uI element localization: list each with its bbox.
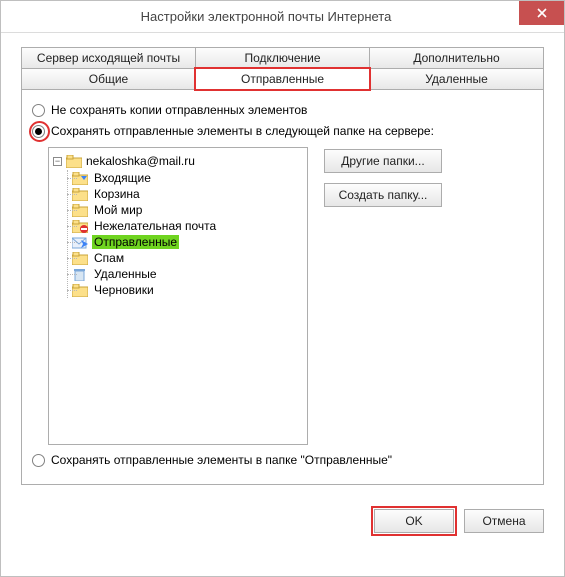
tabs-row-1: Сервер исходящей почты Подключение Допол… [21, 47, 544, 69]
radio-icon [32, 454, 45, 467]
radio-icon [32, 104, 45, 117]
folder-icon [72, 204, 88, 217]
tree-item[interactable]: Входящие [68, 170, 303, 186]
radio-label: Не сохранять копии отправленных элементо… [51, 103, 307, 118]
folder-icon [72, 284, 88, 297]
tree-item[interactable]: Нежелательная почта [68, 218, 303, 234]
tab-general[interactable]: Общие [21, 68, 196, 90]
tree-item-label: Мой мир [92, 203, 144, 217]
tree-root[interactable]: − nekaloshka@mail.ru [53, 154, 303, 168]
tabs-row-2: Общие Отправленные Удаленные [21, 68, 544, 90]
tree-item[interactable]: Корзина [68, 186, 303, 202]
tree-item-label: Спам [92, 251, 126, 265]
close-button[interactable] [519, 1, 564, 25]
sent-icon [72, 236, 88, 249]
create-folder-button[interactable]: Создать папку... [324, 183, 442, 207]
tab-smtp[interactable]: Сервер исходящей почты [21, 47, 196, 69]
tree-item-label: Отправленные [92, 235, 179, 249]
tree-item-label: Нежелательная почта [92, 219, 218, 233]
inbox-icon [72, 172, 88, 185]
title-bar: Настройки электронной почты Интернета [1, 1, 564, 33]
folder-icon [72, 252, 88, 265]
ok-button[interactable]: OK [374, 509, 454, 533]
folder-tree[interactable]: − nekaloshka@mail.ru Входящие Корзина Мой … [48, 147, 308, 445]
radio-label: Сохранять отправленные элементы в следую… [51, 124, 434, 139]
tree-root-label: nekaloshka@mail.ru [86, 154, 195, 168]
other-folders-button[interactable]: Другие папки... [324, 149, 442, 173]
tree-item-label: Удаленные [92, 267, 159, 281]
dialog-buttons: OK Отмена [1, 495, 564, 533]
window-title: Настройки электронной почты Интернета [13, 9, 519, 24]
close-icon [537, 8, 547, 18]
tree-item-label: Корзина [92, 187, 142, 201]
radio-no-save[interactable]: Не сохранять копии отправленных элементо… [32, 103, 533, 118]
tab-connection[interactable]: Подключение [195, 47, 370, 69]
tree-item[interactable]: Спам [68, 250, 303, 266]
tree-item-label: Входящие [92, 171, 153, 185]
tab-deleted-items[interactable]: Удаленные [369, 68, 544, 90]
junk-icon [72, 220, 88, 233]
tree-item[interactable]: Черновики [68, 282, 303, 298]
tab-advanced[interactable]: Дополнительно [369, 47, 544, 69]
tab-sent-items[interactable]: Отправленные [195, 68, 370, 90]
tree-item[interactable]: Мой мир [68, 202, 303, 218]
deleted-icon [72, 268, 88, 281]
radio-label: Сохранять отправленные элементы в папке … [51, 453, 392, 468]
radio-save-default[interactable]: Сохранять отправленные элементы в папке … [32, 453, 533, 468]
mailbox-icon [66, 155, 82, 168]
collapse-icon[interactable]: − [53, 157, 62, 166]
cancel-button[interactable]: Отмена [464, 509, 544, 533]
tree-item[interactable]: Удаленные [68, 266, 303, 282]
tree-item[interactable]: Отправленные [68, 234, 303, 250]
folder-icon [72, 188, 88, 201]
radio-save-in-folder[interactable]: Сохранять отправленные элементы в следую… [32, 124, 533, 141]
radio-icon [32, 125, 45, 138]
tab-panel-sent: Не сохранять копии отправленных элементо… [21, 89, 544, 485]
tree-item-label: Черновики [92, 283, 156, 297]
